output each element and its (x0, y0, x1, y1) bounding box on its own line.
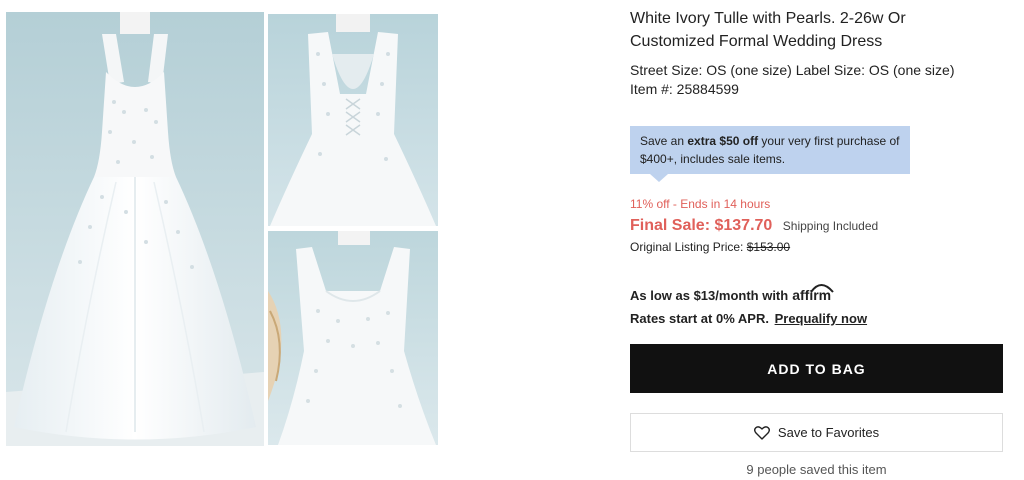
original-price: $153.00 (746, 240, 791, 254)
promo-banner: Save an extra $50 off your very first pu… (630, 126, 910, 174)
promo-highlight: extra $50 off (687, 134, 759, 148)
product-title: White Ivory Tulle with Pearls. 2-26w Or … (630, 10, 906, 50)
price-row: Final Sale: $137.70 Shipping Included (630, 217, 878, 235)
item-number: Item #: 25884599 (630, 81, 739, 97)
promo-prefix: Save an (640, 134, 688, 148)
monthly-payment-text: As low as $13/month with (630, 288, 789, 303)
original-price-row: Original Listing Price: $153.00 (630, 240, 790, 254)
final-sale-label: Final Sale: (630, 217, 715, 234)
save-to-favorites-label: Save to Favorites (777, 425, 880, 440)
original-price-label: Original Listing Price: (630, 240, 747, 254)
save-to-favorites-button[interactable]: Save to Favorites (630, 413, 1003, 452)
product-image-main[interactable] (6, 12, 264, 446)
product-image-back[interactable] (268, 14, 438, 226)
size-info: Street Size: OS (one size) Label Size: O… (630, 62, 955, 78)
affirm-arc-icon (810, 284, 834, 293)
discount-timer: 11% off - Ends in 14 hours (630, 197, 771, 211)
apr-info: Rates start at 0% APR. Prequalify now (630, 311, 867, 326)
heart-icon (753, 425, 770, 440)
add-to-bag-button[interactable]: ADD TO BAG (630, 344, 1003, 393)
prequalify-link[interactable]: Prequalify now (775, 311, 867, 326)
final-sale-price: $137.70 (714, 217, 773, 234)
affirm-logo: affirm (792, 284, 834, 303)
affirm-financing: As low as $13/month with affirm (630, 284, 834, 303)
shipping-note: Shipping Included (782, 219, 879, 233)
saved-count: 9 people saved this item (746, 462, 887, 477)
apr-text: Rates start at 0% APR. (630, 311, 769, 326)
promo-pointer (650, 174, 668, 182)
product-image-bodice[interactable] (268, 231, 438, 445)
